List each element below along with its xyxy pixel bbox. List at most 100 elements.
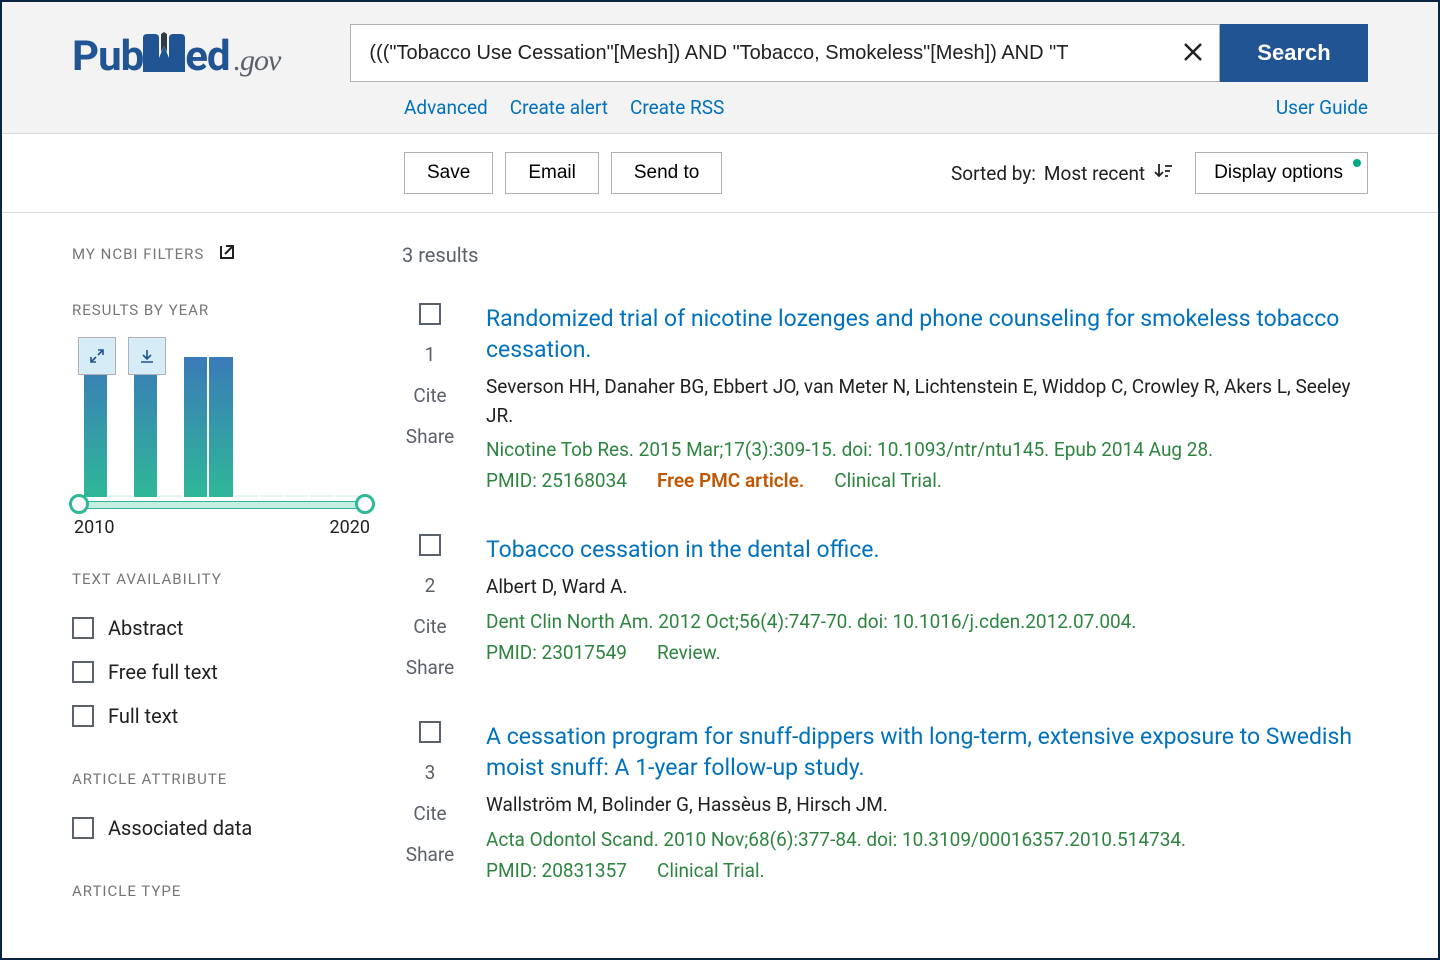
result-body: Tobacco cessation in the dental office. A… [486, 534, 1368, 679]
download-chart-button[interactable] [128, 337, 166, 375]
search-input[interactable] [350, 24, 1166, 82]
user-guide-link[interactable]: User Guide [1276, 96, 1368, 119]
year-slider[interactable] [74, 501, 370, 509]
results: 3 results 1 Cite Share Randomized trial of … [402, 243, 1368, 924]
article-attribute-section: ARTICLE ATTRIBUTE Associated data [72, 770, 372, 850]
expand-chart-button[interactable] [78, 337, 116, 375]
text-filters: Abstract Free full text Full text [72, 606, 372, 738]
header-links: Advanced Create alert Create RSS User Gu… [404, 96, 1368, 119]
cite-button[interactable]: Cite [413, 615, 446, 638]
chart-bar[interactable] [260, 495, 283, 497]
chart-bar[interactable] [159, 495, 182, 497]
filter-checkbox[interactable] [72, 617, 94, 639]
sorted-by[interactable]: Sorted by: Most recent [951, 161, 1173, 186]
advanced-link[interactable]: Advanced [404, 96, 488, 119]
result-checkbox[interactable] [419, 721, 441, 743]
create-alert-link[interactable]: Create alert [510, 96, 608, 119]
header: Pub ed .gov Search Advanced Create alert [2, 2, 1438, 134]
search-button[interactable]: Search [1220, 24, 1368, 82]
close-icon [1182, 37, 1204, 70]
result-number: 2 [425, 574, 436, 597]
filter-checkbox[interactable] [72, 705, 94, 727]
cite-button[interactable]: Cite [413, 802, 446, 825]
result-checkbox[interactable] [419, 534, 441, 556]
toolbar-left: Save Email Send to [404, 152, 722, 194]
results-by-year-title: RESULTS BY YEAR [72, 301, 372, 319]
result-item: 3CiteShareA cessation program for snuff-… [402, 721, 1368, 882]
result-authors: Severson HH, Danaher BG, Ebbert JO, van … [486, 373, 1368, 430]
filter-item[interactable]: Full text [72, 694, 372, 738]
result-pmid: PMID: 20831357 [486, 859, 627, 882]
result-citation: Dent Clin North Am. 2012 Oct;56(4):747-7… [486, 610, 1368, 633]
share-button[interactable]: Share [406, 656, 454, 679]
create-rss-link[interactable]: Create RSS [630, 96, 724, 119]
chart-bar[interactable] [310, 495, 333, 497]
result-meta: PMID: 20831357 Clinical Trial. [486, 859, 1368, 882]
ncbi-filters-label: MY NCBI FILTERS [72, 245, 204, 263]
toolbar: Save Email Send to Sorted by: Most recen… [2, 134, 1438, 213]
chart-bar[interactable] [84, 357, 107, 497]
filter-item[interactable]: Abstract [72, 606, 372, 650]
chart-bar[interactable] [134, 357, 157, 497]
logo-gov: .gov [234, 44, 281, 78]
results-count: 3 results [402, 243, 1368, 267]
filter-label: Abstract [108, 616, 183, 640]
share-button[interactable]: Share [406, 425, 454, 448]
chart-buttons [78, 337, 166, 375]
result-pmid: PMID: 25168034 [486, 469, 627, 492]
search-bar: Search [350, 24, 1368, 82]
filter-checkbox[interactable] [72, 661, 94, 683]
main: MY NCBI FILTERS RESULTS BY YEAR 2010 [2, 213, 1438, 924]
result-tag: Clinical Trial. [657, 859, 765, 882]
share-button[interactable]: Share [406, 843, 454, 866]
year-chart: 2010 2020 [72, 337, 372, 538]
result-number: 1 [425, 343, 436, 366]
header-top: Pub ed .gov Search [72, 24, 1368, 82]
result-body: Randomized trial of nicotine lozenges an… [486, 303, 1368, 492]
article-attribute-title: ARTICLE ATTRIBUTE [72, 770, 372, 788]
result-checkbox[interactable] [419, 303, 441, 325]
result-body: A cessation program for snuff-dippers wi… [486, 721, 1368, 882]
chart-bar[interactable] [109, 495, 132, 497]
chart-bar[interactable] [285, 495, 308, 497]
year-labels: 2010 2020 [72, 517, 372, 538]
chart-bar[interactable] [184, 357, 207, 497]
save-button[interactable]: Save [404, 152, 493, 194]
clear-search-button[interactable] [1166, 24, 1220, 82]
chart-bar[interactable] [235, 495, 258, 497]
slider-handle-left[interactable] [69, 494, 89, 514]
result-meta: PMID: 23017549 Review. [486, 641, 1368, 664]
result-tag: Review. [657, 641, 721, 664]
chart-bar[interactable] [209, 357, 232, 497]
year-start: 2010 [74, 517, 114, 538]
logo[interactable]: Pub ed .gov [72, 26, 280, 81]
text-availability-title: TEXT AVAILABILITY [72, 570, 372, 588]
send-to-button[interactable]: Send to [611, 152, 723, 194]
result-meta: PMID: 25168034Free PMC article.Clinical … [486, 469, 1368, 492]
filter-item[interactable]: Free full text [72, 650, 372, 694]
result-authors: Wallström M, Bolinder G, Hassèus B, Hirs… [486, 791, 1368, 820]
ncbi-filters[interactable]: MY NCBI FILTERS [72, 243, 372, 265]
article-type-title: ARTICLE TYPE [72, 882, 372, 900]
filter-label: Full text [108, 704, 178, 728]
chart-bar[interactable] [335, 495, 358, 497]
result-authors: Albert D, Ward A. [486, 573, 1368, 602]
slider-handle-right[interactable] [355, 494, 375, 514]
results-list: 1 Cite Share Randomized trial of nicotine l… [402, 303, 1368, 882]
filter-label: Associated data [108, 816, 252, 840]
result-free-pmc: Free PMC article. [657, 469, 804, 492]
sorted-by-value: Most recent [1044, 162, 1145, 185]
result-title[interactable]: A cessation program for snuff-dippers wi… [486, 721, 1368, 783]
email-button[interactable]: Email [505, 152, 599, 194]
result-left: 3CiteShare [402, 721, 458, 882]
result-pmid: PMID: 23017549 [486, 641, 627, 664]
text-availability-section: TEXT AVAILABILITY Abstract Free full text… [72, 570, 372, 738]
filter-item[interactable]: Associated data [72, 806, 372, 850]
display-options-button[interactable]: Display options [1195, 152, 1368, 194]
result-title[interactable]: Randomized trial of nicotine lozenges an… [486, 303, 1368, 365]
result-item: 2 Cite Share Tobacco cessation in the denta… [402, 534, 1368, 679]
result-title[interactable]: Tobacco cessation in the dental office. [486, 534, 1368, 565]
result-item: 1 Cite Share Randomized trial of nicotine l… [402, 303, 1368, 492]
filter-checkbox[interactable] [72, 817, 94, 839]
cite-button[interactable]: Cite [413, 384, 446, 407]
